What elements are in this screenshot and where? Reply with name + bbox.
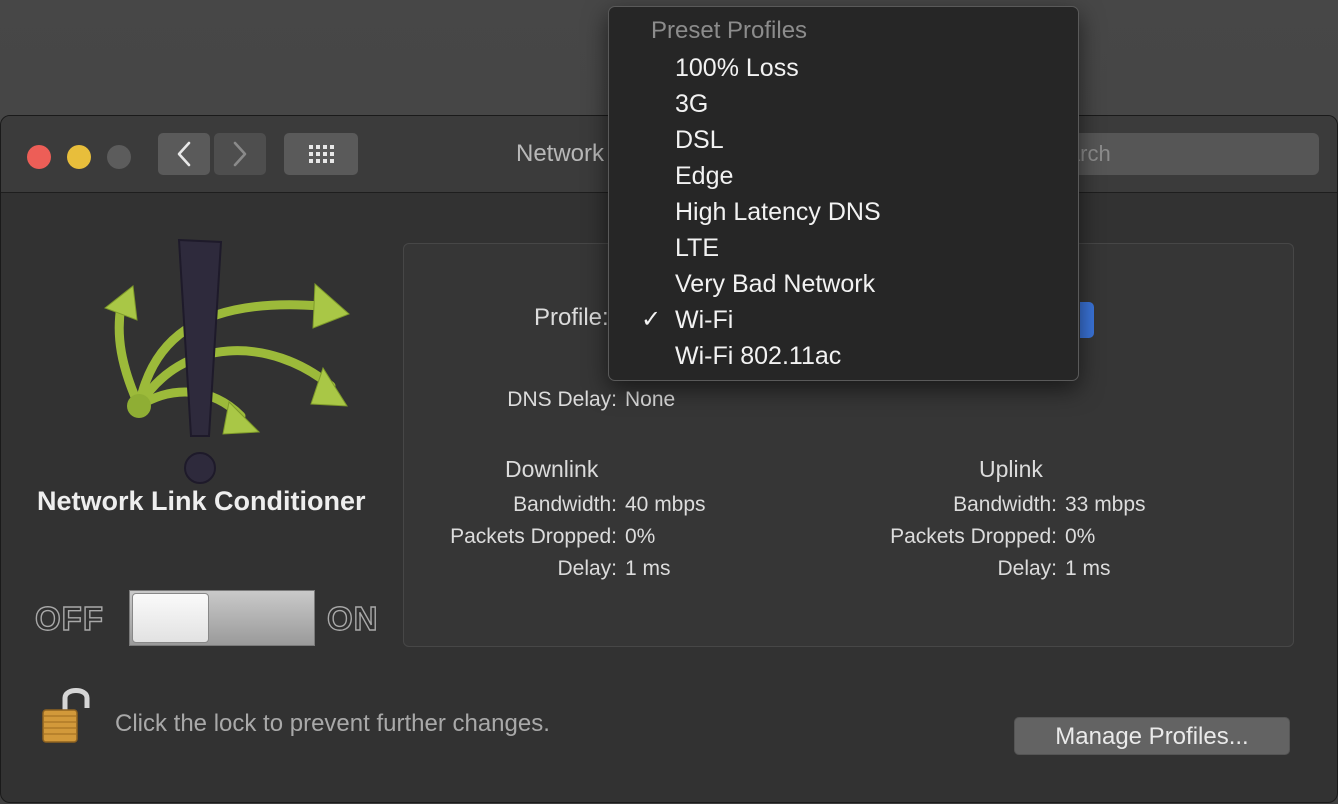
menu-item-edge[interactable]: Edge [675, 158, 733, 194]
dns-delay-value: None [625, 388, 676, 411]
manage-profiles-button[interactable]: Manage Profiles... [1014, 717, 1290, 755]
menu-section-header: Preset Profiles [651, 17, 808, 44]
uplink-delay-label: Delay: [997, 557, 1057, 580]
forward-button[interactable] [214, 133, 266, 175]
downlink-bandwidth-value: 40 mbps [625, 493, 706, 516]
chevron-right-icon [233, 141, 247, 167]
downlink-delay-value: 1 ms [625, 557, 671, 580]
menu-item-dsl[interactable]: DSL [675, 122, 724, 158]
lock-message: Click the lock to prevent further change… [115, 710, 550, 737]
window-title: Network [516, 140, 605, 167]
menu-row-wifi-selected[interactable]: ✓ Wi-Fi [609, 302, 1078, 338]
grid-icon [308, 145, 334, 163]
menu-item-wifi-802-11ac[interactable]: Wi-Fi 802.11ac [675, 338, 841, 374]
switch-on-label: ON [326, 599, 379, 637]
menu-item-lte[interactable]: LTE [675, 230, 719, 266]
on-off-switch[interactable] [129, 590, 315, 646]
show-all-button[interactable] [284, 133, 358, 175]
minimize-window-button[interactable] [67, 145, 91, 169]
switch-off-label: OFF [34, 599, 104, 637]
back-button[interactable] [158, 133, 210, 175]
switch-knob[interactable] [132, 593, 209, 643]
downlink-delay-label: Delay: [557, 557, 617, 580]
dns-delay-label: DNS Delay: [507, 388, 617, 411]
uplink-packets-label: Packets Dropped: [890, 525, 1057, 548]
uplink-title: Uplink [979, 456, 1043, 482]
menu-item-3g[interactable]: 3G [675, 86, 708, 122]
checkmark-icon: ✓ [641, 306, 662, 333]
profile-label: Profile: [534, 304, 609, 331]
downlink-packets-value: 0% [625, 525, 656, 548]
profile-popup-stepper[interactable] [1080, 302, 1094, 338]
chevron-left-icon [177, 141, 191, 167]
menu-item-very-bad-network[interactable]: Very Bad Network [675, 266, 875, 302]
downlink-title: Downlink [505, 456, 599, 482]
menu-item-high-latency-dns[interactable]: High Latency DNS [675, 194, 881, 230]
lock-open-icon[interactable] [41, 682, 93, 746]
uplink-bandwidth-label: Bandwidth: [953, 493, 1057, 516]
menu-item-100-loss[interactable]: 100% Loss [675, 50, 799, 86]
menu-item-wifi[interactable]: Wi-Fi [675, 302, 733, 338]
uplink-packets-value: 0% [1065, 525, 1096, 548]
network-link-conditioner-logo-icon [103, 238, 350, 484]
downlink-bandwidth-label: Bandwidth: [513, 493, 617, 516]
uplink-bandwidth-value: 33 mbps [1065, 493, 1146, 516]
preset-profiles-menu: Preset Profiles 100% Loss 3G DSL Edge Hi… [608, 6, 1079, 381]
uplink-delay-value: 1 ms [1065, 557, 1111, 580]
close-window-button[interactable] [27, 145, 51, 169]
downlink-packets-label: Packets Dropped: [450, 525, 617, 548]
zoom-window-button[interactable] [107, 145, 131, 169]
app-name: Network Link Conditioner [37, 486, 366, 516]
